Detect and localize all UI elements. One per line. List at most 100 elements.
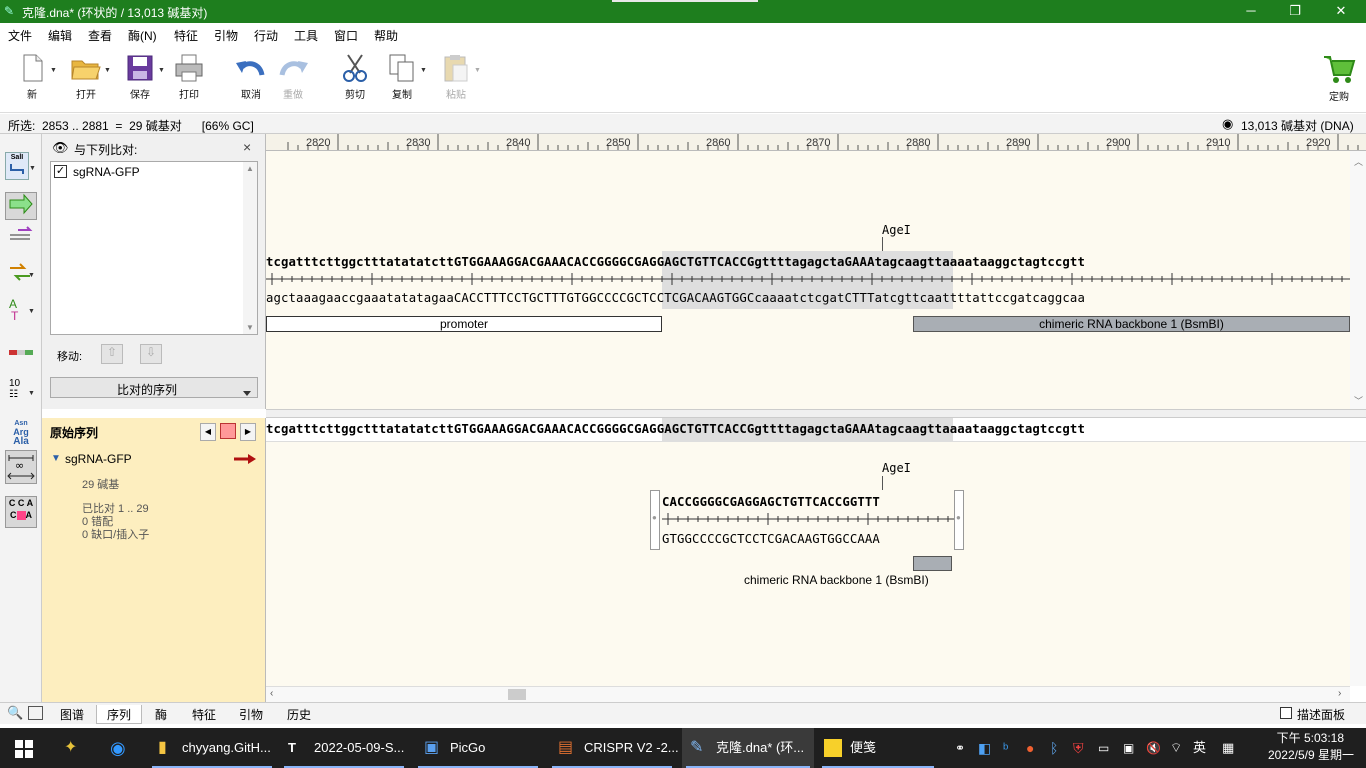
menu-help[interactable]: 帮助: [374, 27, 398, 44]
sequence-view[interactable]: AgeI tcgatttcttggctttatatatcttGTGGAAAGGA…: [266, 151, 1350, 409]
security-shield-icon[interactable]: ⛨: [1073, 728, 1084, 768]
redo-button[interactable]: 重做: [271, 53, 315, 101]
alignment-view[interactable]: AgeI ● ● CACCGGGGCGAGGAGCTGTTCACCGGTTT G…: [266, 442, 1350, 686]
codon-tool[interactable]: C C A CA: [5, 496, 37, 528]
menu-enzymes[interactable]: 酶(N): [128, 27, 157, 44]
save-button[interactable]: 保存: [118, 53, 162, 101]
tab-features[interactable]: 特征: [182, 705, 226, 724]
move-down-button[interactable]: ⇩: [140, 344, 162, 364]
open-button[interactable]: 打开: [64, 53, 108, 101]
feature-promoter[interactable]: promoter: [266, 316, 662, 332]
pinned-app-icon[interactable]: ✦: [64, 728, 77, 768]
scroll-down-icon[interactable]: ▼: [246, 323, 254, 332]
wifi-icon[interactable]: ⌔: [1170, 728, 1182, 768]
primer-tool[interactable]: [5, 226, 37, 254]
amino-acid-tool[interactable]: Asn Arg Ala: [5, 418, 37, 447]
sequence-vertical-scrollbar[interactable]: ︿ ﹀: [1350, 151, 1366, 409]
numbering-dropdown-icon[interactable]: ▼: [28, 390, 35, 397]
menu-actions[interactable]: 行动: [254, 27, 278, 44]
orig-seq-name[interactable]: sgRNA-GFP: [65, 452, 132, 466]
restriction-site-tool[interactable]: SalI: [5, 152, 29, 180]
orf-dropdown-icon[interactable]: ▼: [28, 272, 35, 279]
aligned-sequences-dropdown[interactable]: 比对的序列: [50, 377, 258, 398]
close-button[interactable]: ✕: [1318, 0, 1364, 23]
color-swatch-button[interactable]: [220, 423, 236, 439]
print-button[interactable]: 打印: [167, 53, 211, 101]
tab-primers[interactable]: 引物: [229, 705, 273, 724]
save-dropdown-icon[interactable]: ▼: [158, 67, 165, 74]
feature-tool[interactable]: [5, 192, 37, 220]
browser-icon[interactable]: ◉: [110, 728, 126, 768]
battery-icon[interactable]: ▭: [1098, 728, 1109, 768]
tab-map[interactable]: 图谱: [50, 705, 94, 724]
scroll-down-icon[interactable]: ﹀: [1354, 394, 1363, 407]
tab-sequence[interactable]: 序列: [96, 705, 143, 724]
move-up-button[interactable]: ⇧: [101, 344, 123, 364]
scroll-left-icon[interactable]: ‹: [270, 688, 273, 699]
order-button[interactable]: 定购: [1317, 53, 1361, 103]
horizontal-scrollbar[interactable]: ‹ ›: [266, 686, 1350, 702]
taskbar-app-crispr[interactable]: ▤ CRISPR V2 -2...: [548, 728, 679, 768]
ime-grid-icon[interactable]: ▦: [1222, 728, 1234, 768]
description-panel-checkbox[interactable]: [1280, 707, 1292, 719]
menu-file[interactable]: 文件: [8, 27, 32, 44]
taskbar-app-typora[interactable]: T 2022-05-09-S...: [280, 728, 408, 768]
bing-icon[interactable]: ᵇ: [1003, 728, 1008, 768]
list-scrollbar[interactable]: ▲ ▼: [243, 162, 257, 334]
menu-window[interactable]: 窗口: [334, 27, 358, 44]
volume-muted-icon[interactable]: 🔇: [1146, 728, 1161, 768]
bluetooth-icon[interactable]: ᛒ: [1050, 728, 1058, 768]
minimize-button[interactable]: ─: [1228, 0, 1274, 23]
menu-primers[interactable]: 引物: [214, 27, 238, 44]
ime-language-indicator[interactable]: 英: [1193, 728, 1206, 768]
scale-tool[interactable]: ∞: [5, 450, 37, 484]
new-button[interactable]: 新: [10, 53, 54, 101]
menu-features[interactable]: 特征: [174, 27, 198, 44]
scroll-right-icon[interactable]: ›: [1338, 688, 1341, 699]
aligned-agei-label[interactable]: AgeI: [882, 461, 911, 475]
next-button[interactable]: ▶: [240, 423, 256, 441]
close-panel-button[interactable]: ×: [243, 139, 251, 155]
taskbar-app-sticky-notes[interactable]: 便笺: [818, 728, 938, 768]
cut-button[interactable]: 剪切: [333, 53, 377, 101]
copy-dropdown-icon[interactable]: ▼: [420, 67, 427, 74]
new-dropdown-icon[interactable]: ▼: [50, 67, 57, 74]
undo-button[interactable]: 取消: [229, 53, 273, 101]
link-icon[interactable]: ⚭: [955, 728, 965, 768]
restore-button[interactable]: ❐: [1272, 0, 1318, 23]
translation-dropdown-icon[interactable]: ▼: [28, 308, 35, 315]
right-align-handle[interactable]: ●: [954, 490, 964, 550]
paste-button[interactable]: 粘贴: [434, 53, 478, 101]
paste-dropdown-icon[interactable]: ▼: [474, 67, 481, 74]
taskbar-app-snapgene[interactable]: ✎ 克隆.dna* (环...: [682, 728, 814, 768]
agei-site-label[interactable]: AgeI: [882, 223, 911, 237]
windows-start-icon[interactable]: [15, 740, 33, 758]
tab-enzymes[interactable]: 酶: [145, 705, 177, 724]
expand-triangle-icon[interactable]: ▼: [51, 453, 61, 464]
zoom-search-icon[interactable]: 🔍: [7, 705, 23, 721]
item-checkbox[interactable]: ✓: [54, 165, 67, 178]
alignment-vertical-scrollbar[interactable]: [1350, 442, 1366, 686]
feature-chimeric-rna-backbone[interactable]: chimeric RNA backbone 1 (BsmBI): [913, 316, 1350, 332]
tab-history[interactable]: 历史: [277, 705, 321, 724]
open-dropdown-icon[interactable]: ▼: [104, 67, 111, 74]
left-align-handle[interactable]: ●: [650, 490, 660, 550]
copy-button[interactable]: 复制: [380, 53, 424, 101]
list-item[interactable]: ✓ sgRNA-GFP: [53, 164, 243, 180]
tray-ai-icon[interactable]: ●: [1026, 728, 1034, 768]
menu-edit[interactable]: 编辑: [48, 27, 72, 44]
layout-toggle-icon[interactable]: [28, 706, 43, 720]
prev-button[interactable]: ◀: [200, 423, 216, 441]
menu-view[interactable]: 查看: [88, 27, 112, 44]
enzyme-dropdown-icon[interactable]: ▼: [29, 165, 36, 172]
display-icon[interactable]: ▣: [1123, 728, 1134, 768]
scroll-thumb[interactable]: [508, 689, 526, 700]
taskbar-app-github[interactable]: ▮ chyyang.GitH...: [148, 728, 276, 768]
taskbar-app-picgo[interactable]: ▣ PicGo: [414, 728, 542, 768]
scroll-up-icon[interactable]: ︿: [1354, 155, 1363, 168]
map-color-tool[interactable]: [5, 346, 37, 374]
scroll-up-icon[interactable]: ▲: [246, 164, 254, 173]
menu-tools[interactable]: 工具: [294, 27, 318, 44]
aligned-feature-bar[interactable]: [913, 556, 952, 571]
pane-splitter[interactable]: [266, 409, 1366, 418]
